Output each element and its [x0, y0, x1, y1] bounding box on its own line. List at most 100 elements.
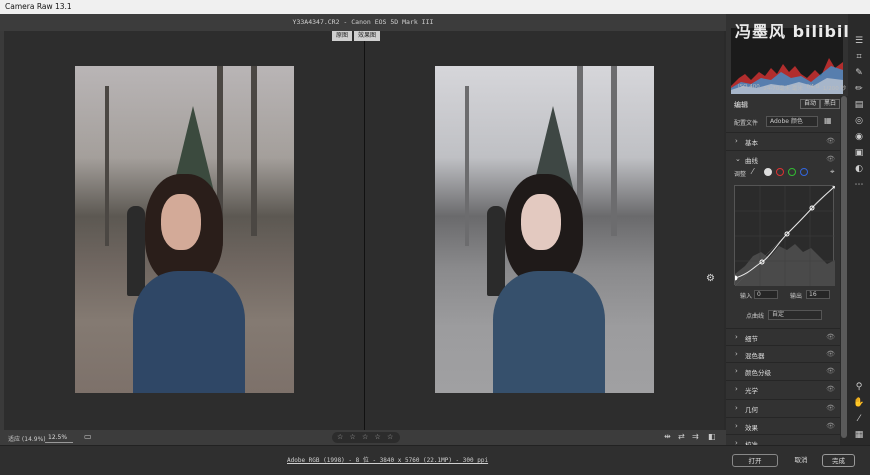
section-curve[interactable]: ⌄ 曲线 👁 — [726, 150, 840, 167]
brush-icon[interactable]: ✏ — [853, 84, 865, 94]
input-label: 输入 — [740, 293, 753, 300]
section-label: 效果 — [745, 424, 758, 432]
workflow-options-link[interactable]: Adobe RGB (1998) - 8 位 - 3840 x 5760 (22… — [287, 455, 488, 464]
adjust-label: 调整 — [734, 171, 747, 178]
star-rating[interactable]: ☆ ☆ ☆ ☆ ☆ — [332, 432, 401, 443]
open-button[interactable]: 打开 — [732, 454, 778, 467]
target-adjust-icon[interactable]: ⌖ — [830, 167, 835, 177]
zoom-fit-label[interactable]: 适应 (14.9%) — [8, 434, 46, 443]
curve-channel-row: 调整 ⁄ ⌖ — [734, 166, 844, 180]
done-button[interactable]: 完成 — [822, 454, 855, 467]
auto-button[interactable]: 自动 — [800, 99, 821, 109]
zoom-select[interactable]: 12.5% — [45, 432, 73, 443]
scrollbar-thumb[interactable] — [841, 96, 847, 438]
grid-icon[interactable]: ▦ — [853, 430, 865, 440]
tree-trunk — [251, 66, 257, 236]
point-curve-select[interactable]: 自定 — [768, 310, 822, 320]
chevron-right-icon: › — [735, 422, 738, 430]
eye-icon[interactable]: 👁 — [826, 404, 835, 412]
settings-gear-icon[interactable]: ⚙ — [706, 273, 715, 284]
crop-icon[interactable]: ⌗ — [853, 52, 865, 62]
chevron-right-icon: › — [735, 137, 738, 145]
red-eye-icon[interactable]: ◉ — [853, 132, 865, 142]
window-title: Camera Raw 13.1 — [0, 0, 870, 14]
section-label: 校准 — [745, 441, 758, 445]
footer-bar: Adobe RGB (1998) - 8 位 - 3840 x 5760 (22… — [0, 445, 870, 475]
radial-filter-icon[interactable]: ◎ — [853, 116, 865, 126]
section-calibration[interactable]: › 校准 — [726, 434, 840, 445]
split-divider — [364, 31, 365, 430]
before-photo — [75, 66, 294, 393]
hand-icon[interactable]: ✋ — [853, 398, 865, 408]
chevron-right-icon: › — [735, 385, 738, 393]
section-detail[interactable]: › 细节 👁 — [726, 328, 840, 345]
eye-icon[interactable]: 👁 — [826, 350, 835, 358]
chevron-down-icon: ⌄ — [735, 155, 741, 163]
eye-icon[interactable]: 👁 — [826, 385, 835, 393]
curve-graph — [732, 183, 838, 287]
profile-browser-icon[interactable]: ▦ — [824, 116, 832, 125]
section-label: 基本 — [745, 139, 758, 147]
eye-icon[interactable]: 👁 — [826, 137, 835, 145]
edit-icon[interactable]: ☰ — [853, 36, 865, 46]
tree-trunk — [105, 86, 109, 246]
face — [521, 194, 561, 250]
swap-icon[interactable]: ⇄ — [678, 432, 685, 441]
point-curve-label: 点曲线 — [746, 313, 765, 320]
output-field[interactable]: 16 — [806, 290, 830, 299]
chevron-right-icon: › — [735, 350, 738, 358]
filmstrip-icon[interactable]: ▭ — [84, 432, 92, 441]
zoom-icon[interactable]: ⚲ — [853, 382, 865, 392]
before-button[interactable]: 原图 — [332, 31, 353, 41]
graduated-filter-icon[interactable]: ▤ — [853, 100, 865, 110]
curve-editor[interactable] — [732, 183, 838, 287]
background-person — [127, 206, 145, 296]
input-field[interactable]: 0 — [754, 290, 778, 299]
after-button[interactable]: 效果图 — [354, 31, 381, 41]
background-person — [487, 206, 505, 296]
section-color-grading[interactable]: › 颜色分级 👁 — [726, 362, 840, 379]
denim-jacket — [133, 271, 245, 393]
chevron-right-icon: › — [735, 404, 738, 412]
chevron-right-icon: › — [735, 439, 738, 445]
output-label: 输出 — [790, 293, 803, 300]
panel-scrollbar[interactable] — [840, 96, 848, 445]
heal-icon[interactable]: ✎ — [853, 68, 865, 78]
section-label: 几何 — [745, 406, 758, 414]
tree-trunk — [611, 66, 617, 236]
more-icon[interactable]: ⋯ — [853, 180, 865, 190]
profile-select[interactable]: Adobe 颜色 — [766, 116, 818, 127]
chevron-right-icon: › — [735, 333, 738, 341]
bw-button[interactable]: 黑白 — [820, 99, 841, 109]
channel-green-dot[interactable] — [788, 168, 796, 176]
presets-icon[interactable]: ◐ — [853, 164, 865, 174]
section-effects[interactable]: › 效果 👁 — [726, 417, 840, 434]
profile-row: 配置文件 Adobe 颜色 ▦ — [734, 116, 846, 128]
denim-jacket — [493, 271, 605, 393]
section-label: 颜色分级 — [745, 369, 771, 377]
eye-icon[interactable]: 👁 — [826, 422, 835, 430]
section-optics[interactable]: › 光学 👁 — [726, 380, 840, 397]
section-basic[interactable]: › 基本 👁 — [726, 132, 840, 149]
eyedropper-icon[interactable]: ⁄ — [853, 414, 865, 424]
compare-view-icon[interactable]: ⇹ — [664, 432, 671, 441]
section-label: 混色器 — [745, 352, 765, 360]
eye-icon[interactable]: 👁 — [826, 367, 835, 375]
file-info: Y33A4347.CR2 - Canon EOS 5D Mark III — [0, 14, 726, 31]
eye-icon[interactable]: 👁 — [826, 333, 835, 341]
snapshots-icon[interactable]: ▣ — [853, 148, 865, 158]
channel-rgb-dot[interactable] — [764, 168, 772, 176]
section-label: 光学 — [745, 387, 758, 395]
section-geometry[interactable]: › 几何 👁 — [726, 399, 840, 416]
iso-value: ISO 400 — [738, 84, 760, 90]
parametric-curve-icon[interactable]: ⁄ — [752, 167, 753, 176]
view-toggle: 原图 效果图 — [332, 31, 381, 41]
channel-blue-dot[interactable] — [800, 168, 808, 176]
section-mixer[interactable]: › 混色器 👁 — [726, 345, 840, 362]
eye-icon[interactable]: 👁 — [826, 155, 835, 163]
before-after-icon[interactable]: ◧ — [708, 432, 716, 441]
copy-settings-icon[interactable]: ⇉ — [692, 432, 699, 441]
profile-label: 配置文件 — [734, 120, 759, 127]
cancel-button[interactable]: 取消 — [786, 454, 816, 467]
channel-red-dot[interactable] — [776, 168, 784, 176]
